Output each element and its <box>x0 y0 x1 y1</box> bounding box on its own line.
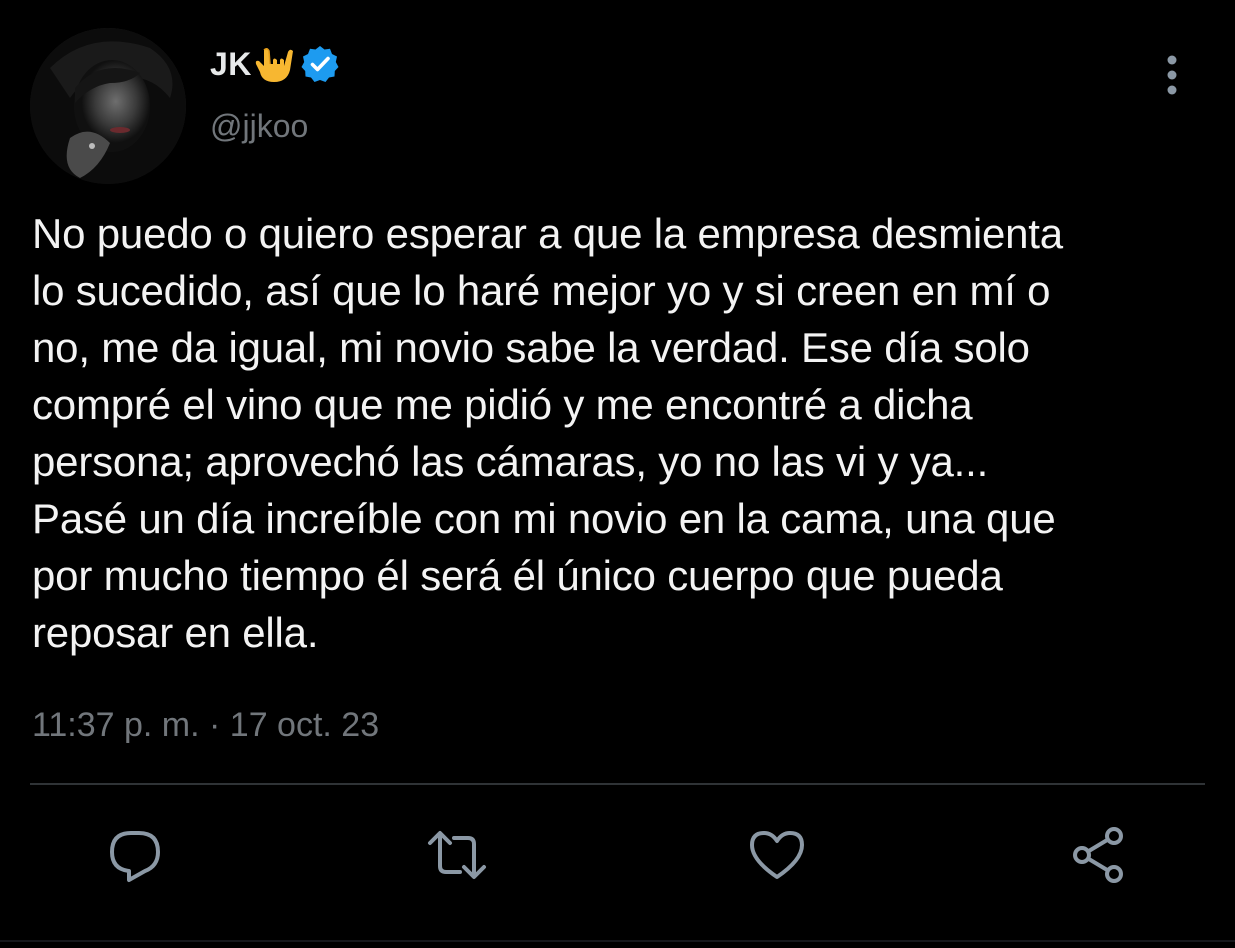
verified-badge-icon <box>300 44 340 84</box>
like-button[interactable] <box>744 822 810 888</box>
heart-icon <box>750 831 804 879</box>
display-name[interactable]: JK <box>210 46 252 83</box>
avatar-image <box>30 28 186 184</box>
bottom-border <box>0 940 1235 942</box>
tweet-card: JK @jjkoo No puedo o quiero esperar a qu… <box>0 0 1235 948</box>
name-row: JK <box>210 44 340 84</box>
more-vertical-icon <box>1167 55 1177 95</box>
divider <box>30 783 1205 785</box>
share-button[interactable] <box>1066 822 1132 888</box>
user-handle[interactable]: @jjkoo <box>210 108 308 145</box>
reply-icon <box>110 831 160 882</box>
tweet-text: No puedo o quiero esperar a que la empre… <box>32 210 1063 656</box>
share-icon <box>1073 827 1123 883</box>
retweet-button[interactable] <box>424 822 490 888</box>
more-options-button[interactable] <box>1150 52 1194 98</box>
sign-of-horns-emoji <box>254 44 296 84</box>
retweet-icon <box>428 831 486 879</box>
tweet-timestamp[interactable]: 11:37 p. m. · 17 oct. 23 <box>32 706 379 745</box>
reply-button[interactable] <box>102 822 168 888</box>
avatar[interactable] <box>30 28 186 184</box>
